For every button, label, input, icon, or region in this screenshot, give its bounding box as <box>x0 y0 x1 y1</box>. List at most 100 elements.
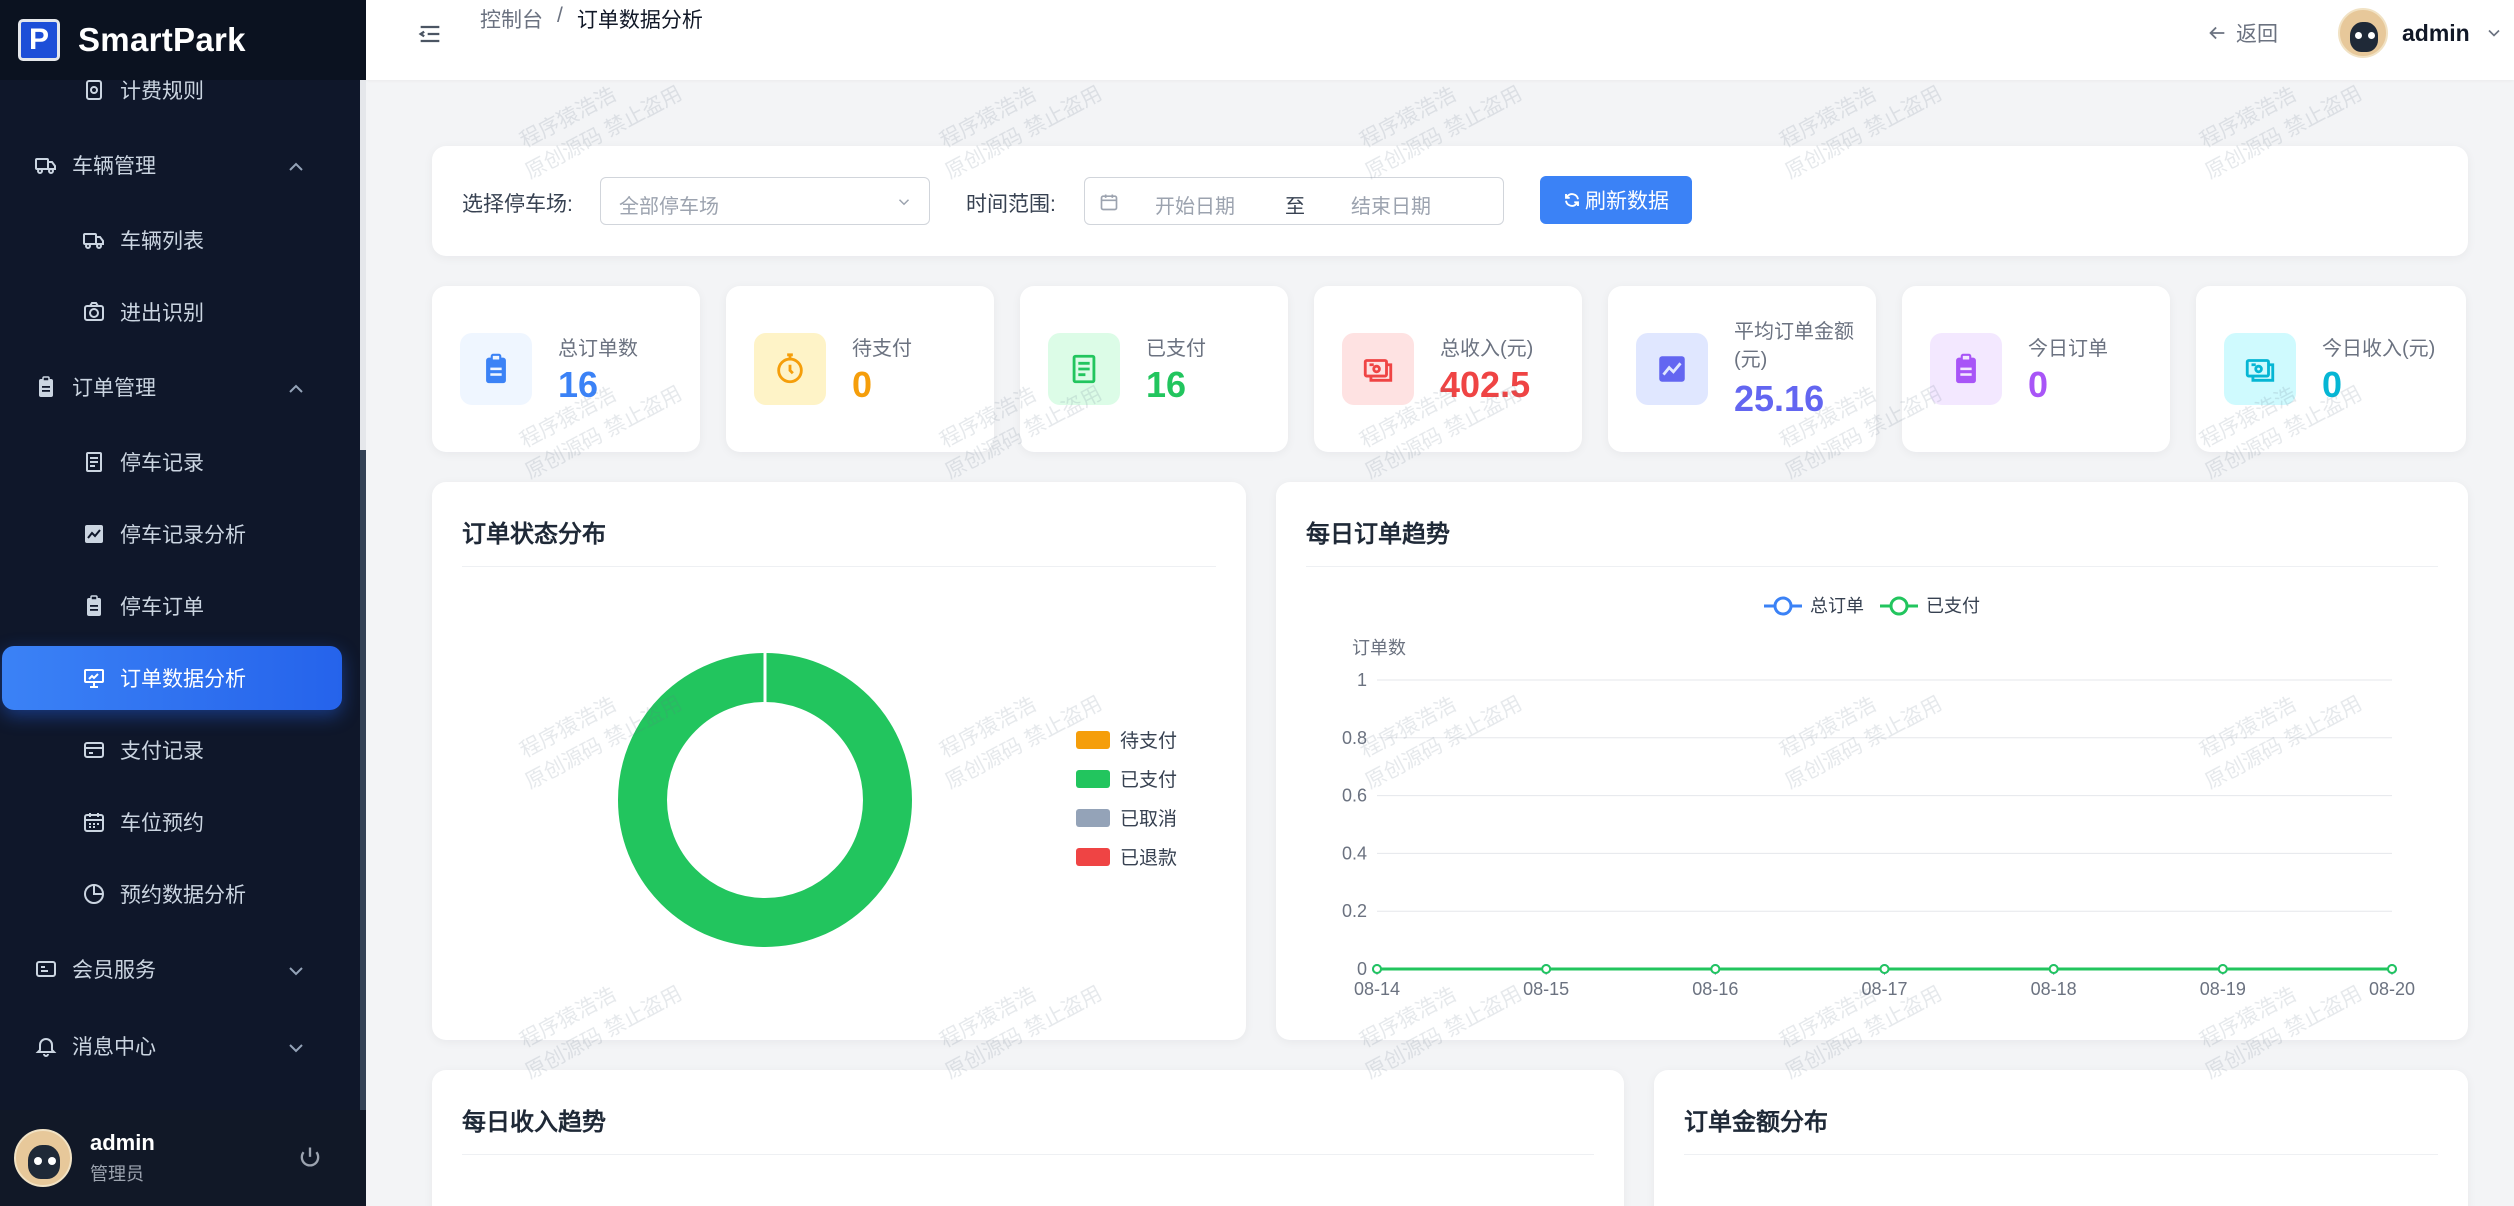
range-label: 时间范围: <box>966 193 1056 216</box>
legend-item[interactable]: 已取消 <box>1076 804 1177 831</box>
sidebar-item-vehicle-list[interactable]: 车辆列表 <box>0 212 350 268</box>
end-date-input[interactable]: 结束日期 <box>1351 190 1431 219</box>
sidebar-item-label: 支付记录 <box>120 740 204 763</box>
stat-label: 平均订单金额(元) <box>1734 321 1854 371</box>
stat-card-today-orders: 今日订单 0 <box>1902 286 2170 452</box>
sidebar-group-orders[interactable]: 订单管理 <box>0 359 350 415</box>
sidebar-group-messages[interactable]: 消息中心 <box>0 1018 350 1074</box>
divider <box>1684 1154 2438 1155</box>
sidebar-item-order-analysis[interactable]: 订单数据分析 <box>2 646 342 710</box>
legend-label: 总订单 <box>1810 596 1864 616</box>
truck-icon <box>34 153 58 177</box>
clipboard-icon <box>460 333 532 405</box>
header-user-menu[interactable]: admin <box>2338 8 2504 58</box>
sidebar-user[interactable]: admin 管理员 <box>0 1110 366 1206</box>
legend-label: 已支付 <box>1926 596 1980 616</box>
breadcrumb-separator: / <box>557 4 563 27</box>
park-select[interactable]: 全部停车场 <box>600 177 930 225</box>
document-icon <box>82 450 106 474</box>
sidebar-item-parking-orders[interactable]: 停车订单 <box>0 578 350 634</box>
sidebar-item-label: 车辆列表 <box>120 230 204 253</box>
money-icon <box>1342 333 1414 405</box>
sidebar-item-label: 计费规则 <box>120 80 204 103</box>
truck-icon <box>82 228 106 252</box>
panel-title: 每日收入趋势 <box>462 1109 606 1136</box>
arrow-left-icon <box>2209 26 2225 40</box>
logo-icon: P <box>18 19 60 61</box>
clipboard-icon <box>1930 333 2002 405</box>
stat-card-total-income: 总收入(元) 402.5 <box>1314 286 1582 452</box>
chevron-down-icon <box>289 967 303 976</box>
presentation-chart-icon <box>82 666 106 690</box>
data-point[interactable] <box>1372 964 1382 974</box>
chevron-down-icon <box>898 199 910 206</box>
legend-swatch <box>1076 847 1110 866</box>
donut-slice-1[interactable] <box>618 653 912 947</box>
legend-item[interactable]: 待支付 <box>1076 726 1177 753</box>
park-label: 选择停车场: <box>462 193 573 216</box>
start-date-input[interactable]: 开始日期 <box>1155 190 1235 219</box>
refresh-label: 刷新数据 <box>1585 190 1669 213</box>
donut-chart <box>618 652 912 947</box>
sidebar-item-parking-records[interactable]: 停车记录 <box>0 434 350 490</box>
sidebar-item-label: 订单管理 <box>72 377 156 400</box>
stat-value: 0 <box>852 364 873 405</box>
sidebar-item-label: 车位预约 <box>120 812 204 835</box>
legend-label: 已退款 <box>1120 848 1178 869</box>
sidebar-item-fee-rules[interactable]: 计费规则 <box>0 62 350 118</box>
y-tick-label: 0.4 <box>1342 843 1367 863</box>
data-point[interactable] <box>1710 964 1721 974</box>
trend-icon <box>1636 333 1708 405</box>
sidebar-scrollbar-thumb[interactable] <box>360 450 366 1110</box>
calendar-icon <box>82 810 106 834</box>
stopwatch-icon <box>754 333 826 405</box>
sidebar: P SmartPark 计费规则 车辆管理 车辆列表 进出识别 订单管理 停车记… <box>0 0 366 1206</box>
data-point[interactable] <box>1879 964 1890 974</box>
refresh-icon <box>1565 193 1579 207</box>
menu-fold-icon[interactable] <box>416 20 444 48</box>
status-distribution-panel: 订单状态分布 待支付 已支付 已取消 已退款 <box>432 482 1246 1040</box>
legend-item[interactable]: 已支付 <box>1076 765 1177 792</box>
sidebar-item-parking-analysis[interactable]: 停车记录分析 <box>0 506 350 562</box>
sidebar-item-payment-records[interactable]: 支付记录 <box>0 722 350 778</box>
sidebar-group-membership[interactable]: 会员服务 <box>0 941 350 997</box>
chevron-down-icon <box>2488 29 2500 37</box>
chevron-down-icon <box>289 1044 303 1053</box>
data-point[interactable] <box>2048 964 2059 974</box>
legend-item[interactable]: 已退款 <box>1076 843 1177 870</box>
power-icon[interactable] <box>296 1144 324 1172</box>
sidebar-item-label: 停车记录 <box>120 452 204 475</box>
pie-chart-icon <box>82 882 106 906</box>
date-range-picker[interactable]: 开始日期 至 结束日期 <box>1084 177 1504 225</box>
y-tick-label: 1 <box>1357 670 1367 690</box>
x-tick-label: 08-17 <box>1861 979 1907 999</box>
stat-label: 总收入(元) <box>1440 338 1534 360</box>
data-point[interactable] <box>1541 964 1552 974</box>
daily-income-trend-panel: 每日收入趋势 <box>432 1070 1624 1206</box>
legend-label: 待支付 <box>1120 731 1178 752</box>
panel-title: 订单金额分布 <box>1684 1109 1828 1136</box>
y-tick-label: 0 <box>1357 959 1367 979</box>
legend-swatch <box>1076 808 1110 827</box>
sidebar-user-role: 管理员 <box>90 1164 144 1184</box>
order-amount-distribution-panel: 订单金额分布 <box>1654 1070 2468 1206</box>
back-button[interactable]: 返回 <box>2206 18 2278 48</box>
stat-value: 25.16 <box>1734 378 1825 419</box>
sidebar-group-vehicles[interactable]: 车辆管理 <box>0 137 350 193</box>
sidebar-item-entry-recognition[interactable]: 进出识别 <box>0 284 350 340</box>
stat-value: 16 <box>558 364 599 405</box>
x-tick-label: 08-14 <box>1354 979 1400 999</box>
data-point[interactable] <box>2387 964 2397 974</box>
sidebar-item-reservation-analysis[interactable]: 预约数据分析 <box>0 866 350 922</box>
sidebar-item-label: 消息中心 <box>72 1036 156 1059</box>
credit-card-icon <box>82 738 106 762</box>
sidebar-item-space-reservation[interactable]: 车位预约 <box>0 794 350 850</box>
data-point[interactable] <box>2217 964 2228 974</box>
filter-bar: 选择停车场: 全部停车场 时间范围: 开始日期 至 结束日期 刷新数据 <box>432 146 2468 256</box>
legend-series-paid[interactable]: 已支付 <box>1880 596 1980 616</box>
legend-series-total[interactable]: 总订单 <box>1764 596 1864 616</box>
breadcrumb-home[interactable]: 控制台 <box>480 4 543 34</box>
x-tick-label: 08-19 <box>2200 979 2246 999</box>
x-tick-label: 08-18 <box>2031 979 2077 999</box>
refresh-button[interactable]: 刷新数据 <box>1540 176 1692 224</box>
